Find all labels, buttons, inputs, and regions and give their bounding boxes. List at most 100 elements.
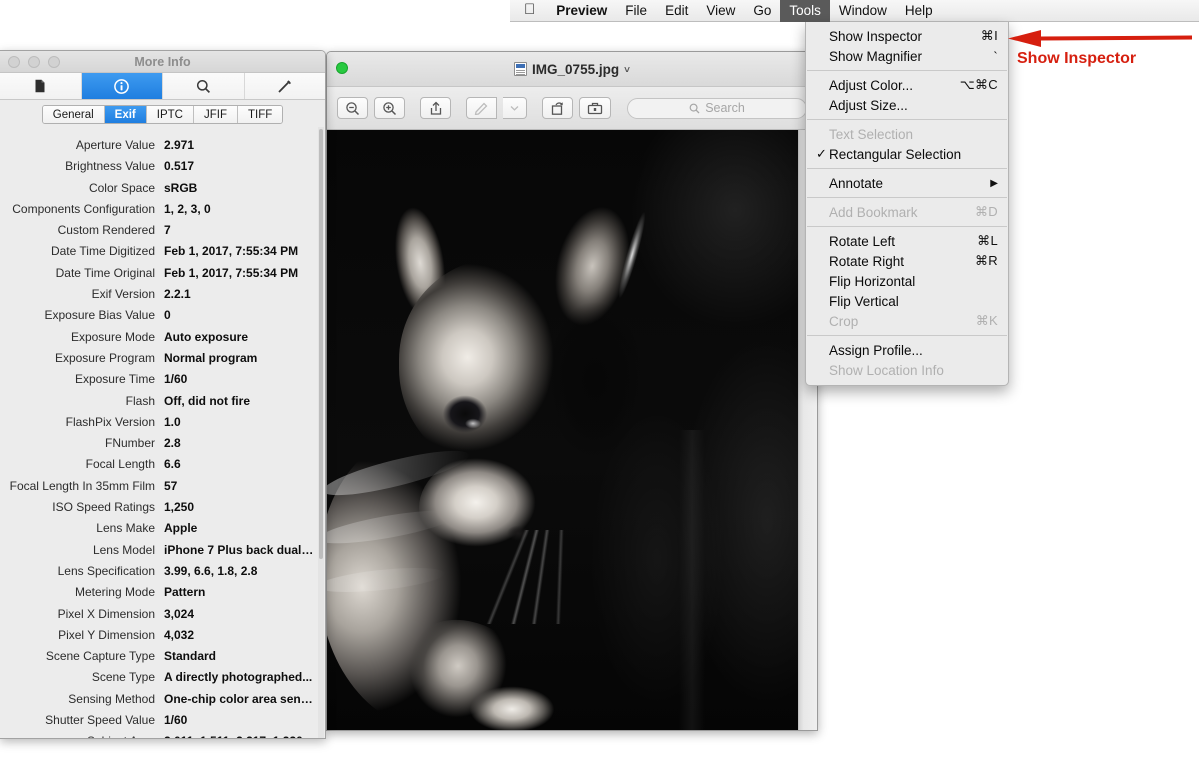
menubar-item-window[interactable]: Window: [830, 0, 896, 22]
exif-row: Exposure Bias Value 0: [0, 308, 325, 329]
exif-key: Brightness Value: [65, 159, 155, 174]
exif-key: Subject Area: [0, 734, 164, 738]
search-input[interactable]: Search: [627, 97, 807, 119]
segment-jfif[interactable]: JFIF: [193, 106, 238, 123]
exif-value: 2.971: [164, 138, 195, 152]
segment-tiff[interactable]: TIFF: [237, 106, 283, 123]
share-icon[interactable]: [420, 97, 451, 119]
exif-row: FlashPix Version 1.0: [0, 415, 325, 436]
menu-item-crop: Crop ⌘K: [806, 311, 1008, 331]
jpg-document-icon: [514, 62, 528, 76]
preview-traffic-lights: [336, 62, 348, 74]
exif-row: Date Time Digitized Feb 1, 2017, 7:55:34 …: [0, 244, 325, 265]
scrollbar-thumb[interactable]: [319, 129, 323, 559]
preview-title: IMG_0755.jpg ˅: [514, 62, 630, 77]
menu-item-label: Show Inspector: [829, 28, 923, 44]
segment-exif[interactable]: Exif: [104, 106, 147, 123]
close-window-button[interactable]: [8, 56, 20, 68]
exif-value: Apple: [164, 521, 198, 536]
menu-item-label: Text Selection: [829, 126, 914, 142]
inspector-title: More Info: [134, 54, 191, 69]
exif-value: Feb 1, 2017, 7:55:34 PM: [164, 244, 299, 259]
segment-iptc[interactable]: IPTC: [146, 106, 194, 123]
exif-list: Aperture Value 2.971 Brightness Value 0.517…: [0, 127, 325, 738]
exif-row: Exif Version 2.2.1: [0, 287, 325, 308]
menubar-item-view[interactable]: View: [697, 0, 744, 22]
exif-row: Subject Area2,011, 1,511, 2,217, 1,330: [0, 734, 325, 738]
exif-key: Custom Rendered: [57, 223, 155, 238]
exif-value: 1, 2, 3, 0: [164, 201, 211, 216]
inspector-traffic-lights: [8, 56, 60, 68]
menubar-item-preview[interactable]: Preview: [547, 0, 616, 22]
zoom-in-icon[interactable]: [374, 97, 405, 119]
screen: IMG_0755.jpg ˅ Search More Info General …: [0, 0, 1199, 761]
menu-item-flip-vertical[interactable]: Flip Vertical: [806, 291, 1008, 311]
tab-annotations[interactable]: [245, 73, 326, 99]
exif-key: Scene Capture Type: [45, 649, 155, 664]
chevron-down-icon[interactable]: ˅: [624, 65, 630, 76]
exif-row: Components Configuration 1, 2, 3, 0: [0, 202, 325, 223]
menu-item-label: Crop: [829, 313, 859, 329]
cat-head-shadow: [523, 280, 643, 480]
toolbox-icon[interactable]: [579, 97, 611, 119]
exif-row: ISO Speed Ratings 1,250: [0, 500, 325, 521]
menu-item-assign-profile[interactable]: Assign Profile...: [806, 340, 1008, 360]
menu-item-annotate[interactable]: Annotate ▶: [806, 173, 1008, 193]
exif-row: Sensing Method One-chip color area sensor: [0, 692, 325, 713]
cat-paw: [463, 686, 561, 730]
menu-item-adjust-size[interactable]: Adjust Size...: [806, 95, 1008, 115]
menu-separator: [807, 119, 1007, 120]
exif-value: 1,250: [164, 500, 195, 515]
tab-keywords-search[interactable]: [163, 73, 245, 99]
menu-item-flip-horizontal[interactable]: Flip Horizontal: [806, 271, 1008, 291]
menu-item-text-selection: Text Selection: [806, 124, 1008, 144]
inspector-title-bar[interactable]: More Info: [0, 51, 325, 73]
menu-item-show-inspector[interactable]: Show Inspector ⌘I: [806, 26, 1008, 46]
exif-key: Components Configuration: [12, 201, 155, 216]
menu-item-rotate-right[interactable]: Rotate Right ⌘R: [806, 251, 1008, 271]
menubar-item-file[interactable]: File: [616, 0, 656, 22]
exif-row: Date Time Original Feb 1, 2017, 7:55:34 P…: [0, 266, 325, 287]
apple-logo-icon[interactable]: : [510, 2, 547, 17]
menu-item-label: Show Location Info: [829, 362, 944, 378]
inspector-segmented-control[interactable]: General Exif IPTC JFIF TIFF: [41, 105, 284, 124]
exif-key: Date Time Original: [55, 265, 155, 280]
menu-item-show-magnifier[interactable]: Show Magnifier `: [806, 46, 1008, 66]
zoom-out-icon[interactable]: [337, 97, 368, 119]
zoom-window-button[interactable]: [336, 62, 348, 74]
chevron-down-icon[interactable]: [503, 97, 527, 119]
exif-value: 2.8: [164, 436, 181, 451]
menu-item-adjust-color[interactable]: Adjust Color... ⌥⌘C: [806, 75, 1008, 95]
exif-key: FlashPix Version: [65, 414, 155, 429]
menubar-item-tools[interactable]: Tools: [780, 0, 830, 22]
exif-value: Standard: [164, 649, 217, 664]
submenu-arrow-icon: ▶: [990, 177, 998, 189]
menu-item-shortcut: ⌘K: [975, 313, 998, 328]
zoom-window-button[interactable]: [48, 56, 60, 68]
exif-key: ISO Speed Ratings: [52, 500, 155, 515]
rotate-icon[interactable]: [542, 97, 573, 119]
inspector-scrollbar[interactable]: [318, 127, 324, 738]
exif-value: Off, did not fire: [164, 393, 250, 408]
checkmark-icon: ✓: [816, 146, 827, 161]
markup-pen-icon[interactable]: [466, 97, 497, 119]
menu-item-label: Adjust Color...: [829, 77, 914, 93]
pen-icon: [278, 79, 291, 93]
segment-general[interactable]: General: [42, 106, 105, 123]
minimize-window-button[interactable]: [28, 56, 40, 68]
exif-row: Flash Off, did not fire: [0, 394, 325, 415]
exif-key: Pixel Y Dimension: [58, 627, 155, 642]
exif-row: Shutter Speed Value 1/60: [0, 713, 325, 734]
tab-general-info[interactable]: [0, 73, 82, 99]
tab-more-info[interactable]: [81, 73, 163, 99]
preview-title-bar[interactable]: IMG_0755.jpg ˅: [327, 52, 817, 87]
exif-key: Color Space: [88, 180, 155, 195]
menubar-item-go[interactable]: Go: [744, 0, 780, 22]
exif-value: 0: [164, 308, 171, 323]
menu-item-rotate-left[interactable]: Rotate Left ⌘L: [806, 231, 1008, 251]
menu-item-shortcut: ⌘D: [975, 204, 998, 219]
menubar-item-edit[interactable]: Edit: [656, 0, 697, 22]
menubar-item-help[interactable]: Help: [896, 0, 942, 22]
menu-item-rectangular-selection[interactable]: ✓ Rectangular Selection: [806, 144, 1008, 164]
exif-key: Shutter Speed Value: [45, 713, 155, 728]
